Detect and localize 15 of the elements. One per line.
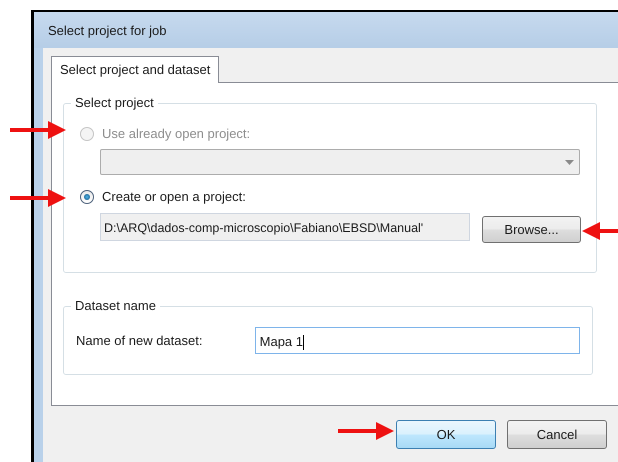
window-title: Select project for job [48,22,167,38]
field-label: Name of new dataset: [76,333,204,348]
dataset-name-field[interactable]: Mapa 1 [254,327,580,354]
radio-label: Use already open project: [102,126,250,141]
ok-button[interactable]: OK [396,420,496,449]
cancel-button[interactable]: Cancel [507,420,607,449]
path-field[interactable]: D:\ARQ\dados-comp-microscopio\Fabiano\EBSD\Manual' [100,212,470,240]
dropdown[interactable] [100,149,580,175]
radio-button[interactable] [80,190,94,204]
radio-label: Create or open a project: [102,189,246,204]
browse-button[interactable]: Browse... [482,216,581,243]
tab[interactable]: Select project and dataset [51,56,220,83]
group-title: Dataset name [71,298,160,313]
group-title: Select project [71,95,158,110]
caret-icon [565,160,574,165]
